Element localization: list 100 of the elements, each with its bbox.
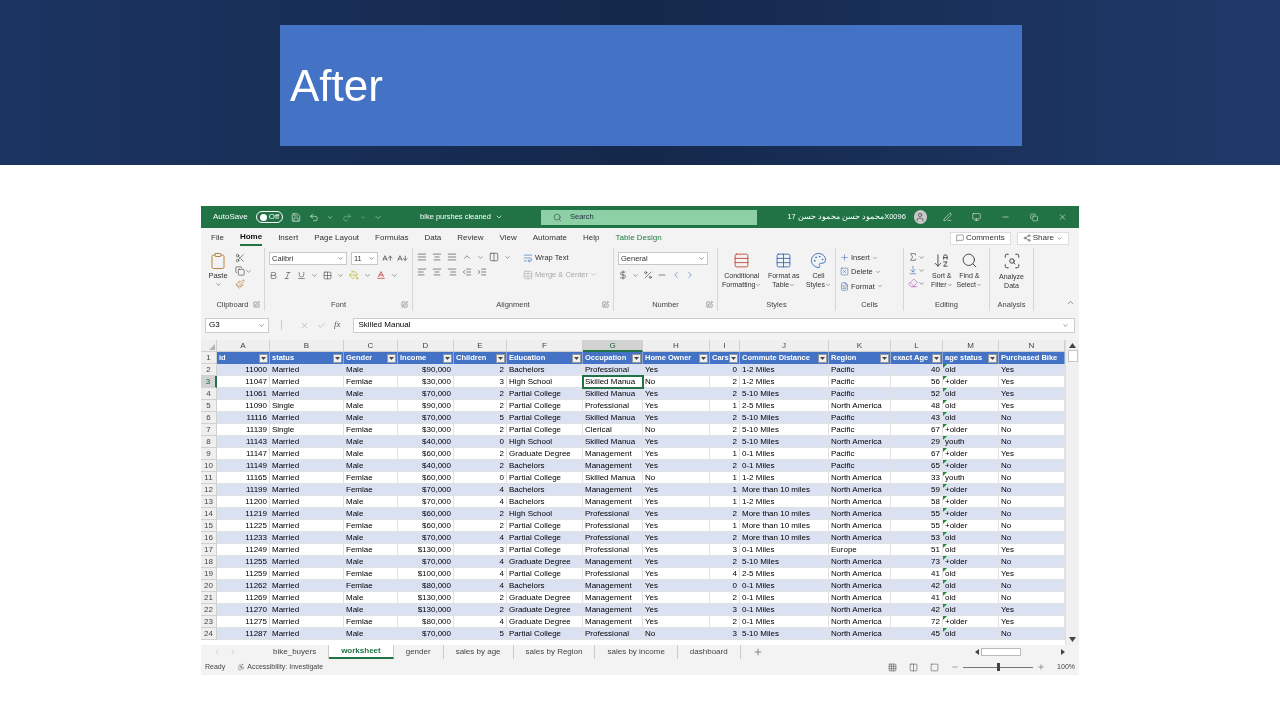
underline-icon[interactable]	[297, 270, 306, 280]
ribbon-tab[interactable]: View	[499, 230, 517, 246]
cut-icon[interactable]	[235, 253, 245, 263]
caret-icon[interactable]	[990, 356, 995, 360]
filter-button[interactable]	[259, 353, 268, 363]
caret-icon[interactable]	[882, 356, 887, 360]
close-icon[interactable]	[1057, 212, 1067, 222]
caret-icon[interactable]	[634, 356, 639, 360]
filter-button[interactable]	[387, 353, 396, 363]
ribbon-tab[interactable]: Data	[424, 230, 442, 246]
caret-icon[interactable]	[574, 356, 579, 360]
row-number[interactable]: 8	[201, 436, 217, 448]
copy-icon[interactable]	[235, 266, 245, 276]
caret-icon[interactable]	[820, 356, 825, 360]
caret-icon[interactable]	[498, 356, 503, 360]
ribbon-tab[interactable]: Home	[239, 230, 263, 246]
rows-icon[interactable]	[733, 252, 751, 269]
zoom-in-icon[interactable]	[1037, 663, 1046, 671]
avatar-icon[interactable]	[913, 210, 927, 224]
sheet-tab[interactable]: worksheet	[329, 645, 394, 659]
analyze-icon[interactable]	[1002, 252, 1021, 270]
filter-button[interactable]	[988, 353, 997, 363]
search-icon[interactable]	[552, 212, 562, 222]
row-number[interactable]: 21	[201, 592, 217, 604]
row-number[interactable]: 15	[201, 520, 217, 532]
decrease-indent-icon[interactable]	[462, 267, 472, 277]
document-icon[interactable]	[840, 281, 849, 291]
zoom-out-icon[interactable]	[951, 663, 960, 671]
caret-icon[interactable]	[934, 356, 939, 360]
scroll-right-icon[interactable]	[1061, 649, 1065, 655]
row-number[interactable]: 16	[201, 532, 217, 544]
ribbon-tab[interactable]: Table Design	[615, 230, 662, 246]
row-number[interactable]: 10	[201, 460, 217, 472]
row-number[interactable]: 13	[201, 496, 217, 508]
caret-icon[interactable]	[261, 356, 266, 360]
ribbon-tab[interactable]: Insert	[278, 230, 299, 246]
caret-icon[interactable]	[389, 356, 394, 360]
redo-icon[interactable]	[341, 211, 352, 223]
font-color-icon[interactable]	[376, 270, 386, 280]
add-sheet-icon[interactable]	[752, 647, 763, 657]
bottom-align-icon[interactable]	[447, 252, 457, 262]
clipboard-icon[interactable]	[209, 252, 227, 270]
filter-button[interactable]	[699, 353, 708, 363]
row-number[interactable]: 12	[201, 484, 217, 496]
top-align-icon[interactable]	[417, 252, 427, 262]
filter-button[interactable]	[333, 353, 342, 363]
filter-button[interactable]	[880, 353, 889, 363]
filter-button[interactable]	[729, 353, 738, 363]
row-number[interactable]: 6	[201, 412, 217, 424]
palette-icon[interactable]	[809, 252, 827, 269]
eraser-icon[interactable]	[908, 278, 918, 288]
autosum-icon[interactable]	[908, 252, 918, 262]
align-center-icon[interactable]	[432, 267, 442, 277]
name-box[interactable]: G3	[205, 317, 269, 333]
scroll-thumb[interactable]	[981, 648, 1021, 656]
zoom-slider[interactable]	[963, 663, 1034, 671]
table-icon[interactable]	[775, 252, 793, 269]
caret-icon[interactable]	[701, 356, 706, 360]
caret-icon[interactable]	[335, 356, 340, 360]
column-letter[interactable]: G	[583, 340, 643, 352]
row-number[interactable]: 7	[201, 424, 217, 436]
grow-font-icon[interactable]	[382, 253, 393, 264]
row-number[interactable]: 1	[201, 352, 217, 364]
bold-icon[interactable]	[269, 270, 278, 280]
align-left-icon[interactable]	[417, 267, 427, 277]
formula-bar[interactable]: Skilled Manual	[352, 317, 1075, 333]
shrink-font-icon[interactable]	[397, 253, 408, 264]
dialog-launcher-icon[interactable]	[602, 301, 609, 308]
filter-button[interactable]	[932, 353, 941, 363]
scroll-thumb[interactable]	[1067, 350, 1078, 362]
cancel-icon[interactable]	[300, 320, 309, 330]
row-number[interactable]: 20	[201, 580, 217, 592]
row-number[interactable]: 14	[201, 508, 217, 520]
row-number[interactable]: 9	[201, 448, 217, 460]
check-icon[interactable]	[317, 320, 326, 330]
align-right-icon[interactable]	[447, 267, 457, 277]
search-icon[interactable]	[960, 252, 978, 269]
percent-icon[interactable]	[643, 270, 653, 280]
pen-icon[interactable]	[942, 212, 952, 222]
scroll-up-icon[interactable]	[1069, 343, 1076, 348]
ribbon-tab[interactable]: Automate	[532, 230, 567, 246]
dialog-launcher-icon[interactable]	[401, 301, 408, 308]
filter-button[interactable]	[496, 353, 505, 363]
middle-align-icon[interactable]	[432, 252, 442, 262]
borders-icon[interactable]	[323, 270, 332, 280]
save-icon[interactable]	[291, 211, 302, 223]
row-number[interactable]: 24	[201, 628, 217, 640]
ribbon-tab[interactable]: Page Layout	[314, 230, 360, 246]
format-painter-icon[interactable]	[235, 279, 245, 289]
share-icon[interactable]	[1022, 234, 1031, 242]
row-number[interactable]: 23	[201, 616, 217, 628]
undo-icon[interactable]	[309, 211, 320, 223]
ribbon-tab[interactable]: Formulas	[375, 230, 409, 246]
insert-function-button[interactable]: fx	[334, 318, 341, 332]
row-number[interactable]: 11	[201, 472, 217, 484]
increase-indent-icon[interactable]	[477, 267, 487, 277]
filter-button[interactable]	[572, 353, 581, 363]
row-number[interactable]: 17	[201, 544, 217, 556]
scroll-left-icon[interactable]	[975, 649, 979, 655]
filter-button[interactable]	[632, 353, 641, 363]
